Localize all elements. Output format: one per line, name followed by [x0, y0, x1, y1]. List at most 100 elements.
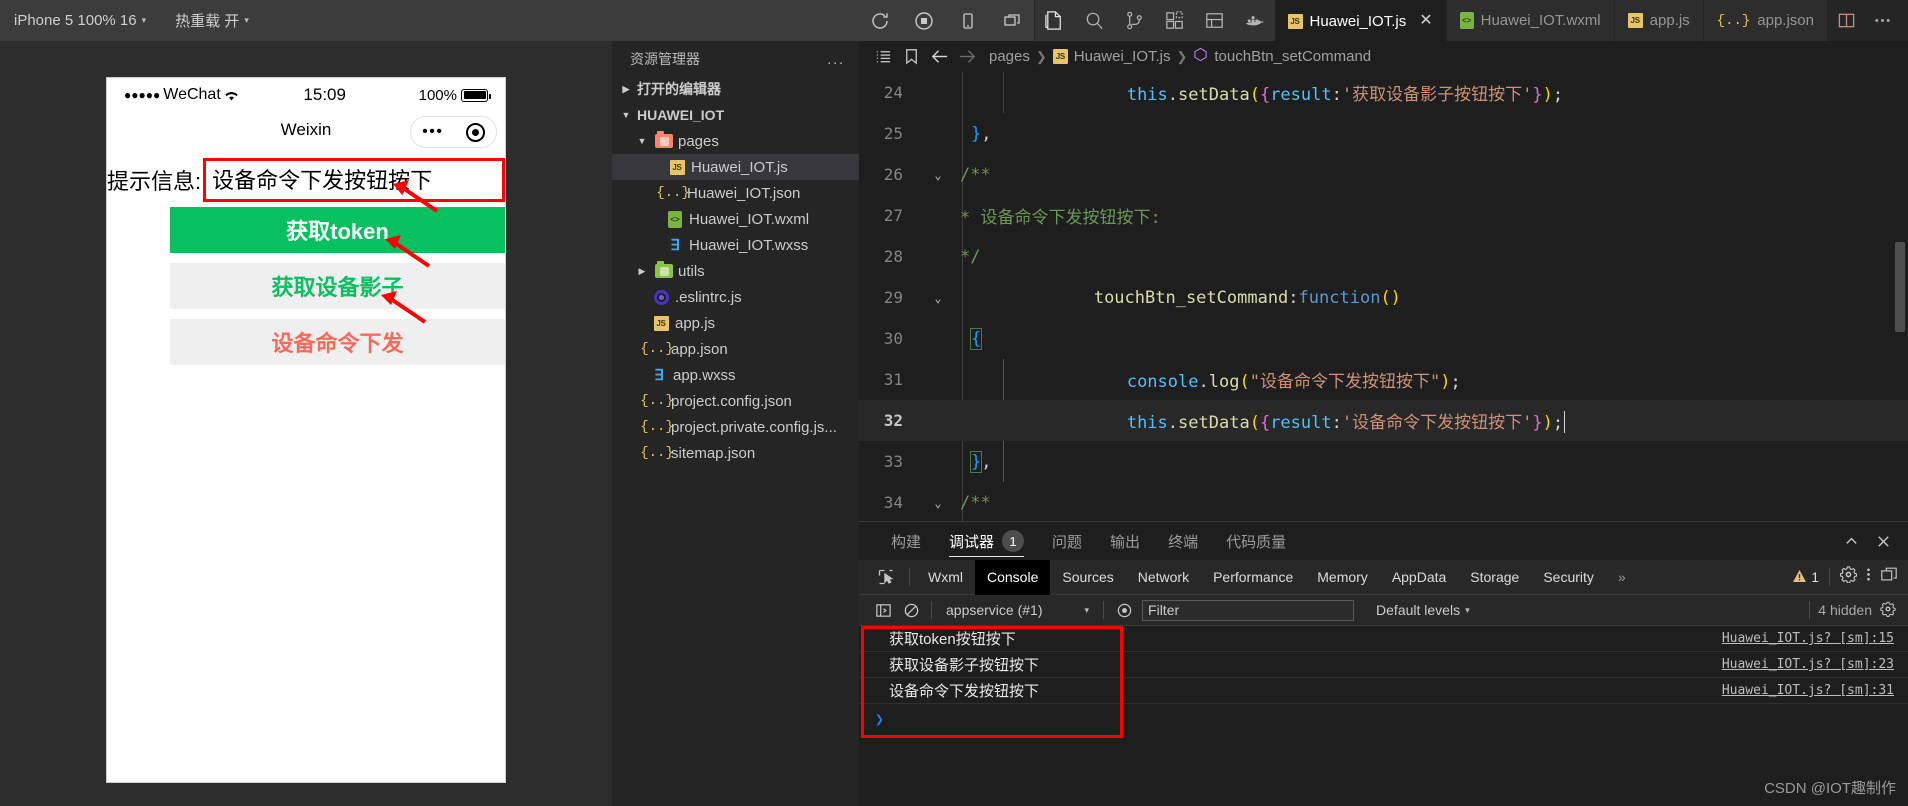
console-log-entry[interactable]: 获取设备影子按钮按下 Huawei_IOT.js? [sm]:23	[859, 652, 1908, 678]
warning-triangle-icon[interactable]	[1792, 569, 1807, 586]
log-source-link[interactable]: Huawei_IOT.js? [sm]:31	[1722, 683, 1894, 698]
tree-folder-pages[interactable]: ▼ pages	[612, 128, 859, 154]
tab-debugger[interactable]: 调试器 1	[935, 522, 1038, 560]
chevron-down-icon[interactable]: ⌄	[927, 291, 949, 305]
more-vertical-icon[interactable]	[1861, 566, 1876, 588]
chevron-right-icon[interactable]: ▶	[618, 84, 634, 95]
devtools-tab-appdata[interactable]: AppData	[1380, 560, 1458, 595]
eye-icon[interactable]	[1110, 595, 1138, 626]
inspect-element-icon[interactable]	[869, 560, 903, 595]
warning-count: 1	[1811, 569, 1819, 585]
tab-problems[interactable]: 问题	[1038, 522, 1096, 560]
devtools-tab-security[interactable]: Security	[1531, 560, 1606, 595]
wechat-capsule-button[interactable]: •••	[410, 116, 497, 148]
open-editors-section[interactable]: ▶ 打开的编辑器	[612, 76, 859, 102]
target-icon[interactable]	[465, 122, 485, 142]
settings-gear-icon[interactable]	[1839, 566, 1858, 588]
device-selector[interactable]: iPhone 5 100% 16 ▾	[0, 0, 160, 41]
breadcrumb-item-symbol[interactable]: touchBtn_setCommand	[1193, 47, 1371, 66]
devtools-tabs-overflow[interactable]: »	[1606, 560, 1638, 595]
search-icon[interactable]	[1075, 0, 1115, 41]
source-control-icon[interactable]	[1115, 0, 1155, 41]
nav-back-icon[interactable]	[925, 41, 953, 72]
layout-icon[interactable]	[1195, 0, 1235, 41]
tree-file-project-private-config[interactable]: {..} project.private.config.js...	[612, 414, 859, 440]
console-log-entry[interactable]: 获取token按钮按下 Huawei_IOT.js? [sm]:15	[859, 626, 1908, 652]
tree-file-huawei-iot-wxml[interactable]: <> Huawei_IOT.wxml	[612, 206, 859, 232]
outline-icon[interactable]	[869, 41, 897, 72]
devtools-tab-wxml[interactable]: Wxml	[916, 560, 975, 595]
phone-status-bar: ●●●●● WeChat 15:09 100%	[107, 78, 505, 112]
console-output[interactable]: 获取token按钮按下 Huawei_IOT.js? [sm]:15 获取设备影…	[859, 626, 1908, 806]
tree-file-app-js[interactable]: JS app.js	[612, 310, 859, 336]
breadcrumb-item-file[interactable]: JS Huawei_IOT.js	[1052, 48, 1170, 65]
tree-file-sitemap[interactable]: {..} sitemap.json	[612, 440, 859, 466]
docker-icon[interactable]	[1235, 0, 1275, 41]
stop-record-icon[interactable]	[902, 0, 946, 41]
devtools-tab-performance[interactable]: Performance	[1201, 560, 1305, 595]
console-prompt[interactable]: ❯	[859, 704, 1908, 734]
split-editor-icon[interactable]	[1828, 0, 1864, 41]
tab-terminal[interactable]: 终端	[1154, 522, 1212, 560]
refresh-icon[interactable]	[858, 0, 902, 41]
devtools-tab-console[interactable]: Console	[975, 559, 1051, 595]
nav-forward-icon[interactable]	[953, 41, 981, 72]
devtools-tab-storage[interactable]: Storage	[1458, 560, 1531, 595]
tab-build[interactable]: 构建	[877, 522, 935, 560]
tree-file-huawei-iot-json[interactable]: {..} Huawei_IOT.json	[612, 180, 859, 206]
tree-file-app-wxss[interactable]: ∃ app.wxss	[612, 362, 859, 388]
multi-window-icon[interactable]	[990, 0, 1034, 41]
console-settings-icon[interactable]	[1880, 601, 1896, 620]
devtools-tab-memory[interactable]: Memory	[1305, 560, 1380, 595]
collapse-panel-icon[interactable]	[1836, 522, 1866, 560]
execution-context-selector[interactable]: appservice (#1) ▾	[938, 602, 1097, 618]
log-source-link[interactable]: Huawei_IOT.js? [sm]:15	[1722, 631, 1894, 646]
hot-reload-selector[interactable]: 热重载 开 ▾	[161, 0, 263, 41]
editor-tab-app-json[interactable]: {..} app.json	[1703, 0, 1828, 41]
project-root-section[interactable]: ▼ HUAWEI_IOT	[612, 102, 859, 128]
dock-side-icon[interactable]	[1880, 566, 1898, 588]
editor-tab-app-js[interactable]: JS app.js	[1614, 0, 1704, 41]
tree-file-eslintrc[interactable]: .eslintrc.js	[612, 284, 859, 310]
log-source-link[interactable]: Huawei_IOT.js? [sm]:23	[1722, 657, 1894, 672]
console-log-entry[interactable]: 设备命令下发按钮按下 Huawei_IOT.js? [sm]:31	[859, 678, 1908, 704]
close-icon[interactable]: ✕	[1419, 13, 1432, 29]
tab-code-quality[interactable]: 代码质量	[1212, 522, 1300, 560]
extensions-icon[interactable]	[1155, 0, 1195, 41]
tree-file-huawei-iot-js[interactable]: JS Huawei_IOT.js	[612, 154, 859, 180]
set-command-button[interactable]: 设备命令下发	[170, 319, 505, 365]
close-panel-icon[interactable]	[1868, 522, 1898, 560]
chevron-down-icon[interactable]: ⌄	[927, 496, 949, 510]
devtools-tab-sources[interactable]: Sources	[1050, 560, 1125, 595]
bookmark-icon[interactable]	[897, 41, 925, 72]
chevron-right-icon[interactable]: ▶	[634, 266, 650, 277]
chevron-down-icon[interactable]: ▼	[634, 136, 650, 146]
log-levels-selector[interactable]: Default levels ▾	[1376, 602, 1470, 618]
mobile-preview-icon[interactable]	[946, 0, 990, 41]
more-dots-icon[interactable]: •••	[422, 124, 443, 139]
tree-file-app-json[interactable]: {..} app.json	[612, 336, 859, 362]
more-actions-icon[interactable]	[1864, 0, 1900, 41]
tab-label: 输出	[1110, 533, 1141, 551]
more-actions-icon[interactable]: ...	[827, 51, 845, 67]
explorer-icon[interactable]	[1035, 0, 1075, 41]
editor-tab-huawei-iot-js[interactable]: JS Huawei_IOT.js ✕	[1274, 0, 1447, 41]
filter-input[interactable]	[1142, 599, 1355, 621]
get-device-shadow-button[interactable]: 获取设备影子	[170, 263, 505, 309]
devtools-tab-network[interactable]: Network	[1126, 560, 1201, 595]
chevron-down-icon[interactable]: ▼	[618, 110, 634, 120]
tree-file-project-config[interactable]: {..} project.config.json	[612, 388, 859, 414]
chevron-down-icon[interactable]: ⌄	[927, 168, 949, 182]
tree-file-huawei-iot-wxss[interactable]: ∃ Huawei_IOT.wxss	[612, 232, 859, 258]
tree-item-label: utils	[678, 262, 705, 280]
folder-pages-icon	[655, 131, 673, 148]
clear-console-icon[interactable]	[897, 595, 925, 626]
sidebar-toggle-icon[interactable]	[869, 595, 897, 626]
breadcrumb-item-pages[interactable]: pages	[989, 48, 1030, 65]
editor-scrollbar[interactable]	[1895, 242, 1905, 332]
tab-output[interactable]: 输出	[1096, 522, 1154, 560]
get-token-button[interactable]: 获取token	[170, 207, 505, 253]
editor-tab-huawei-iot-wxml[interactable]: <> Huawei_IOT.wxml	[1446, 0, 1615, 41]
tree-folder-utils[interactable]: ▶ utils	[612, 258, 859, 284]
code-editor[interactable]: 24 this.setData({result:'获取设备影子按钮按下'}); …	[859, 72, 1908, 521]
